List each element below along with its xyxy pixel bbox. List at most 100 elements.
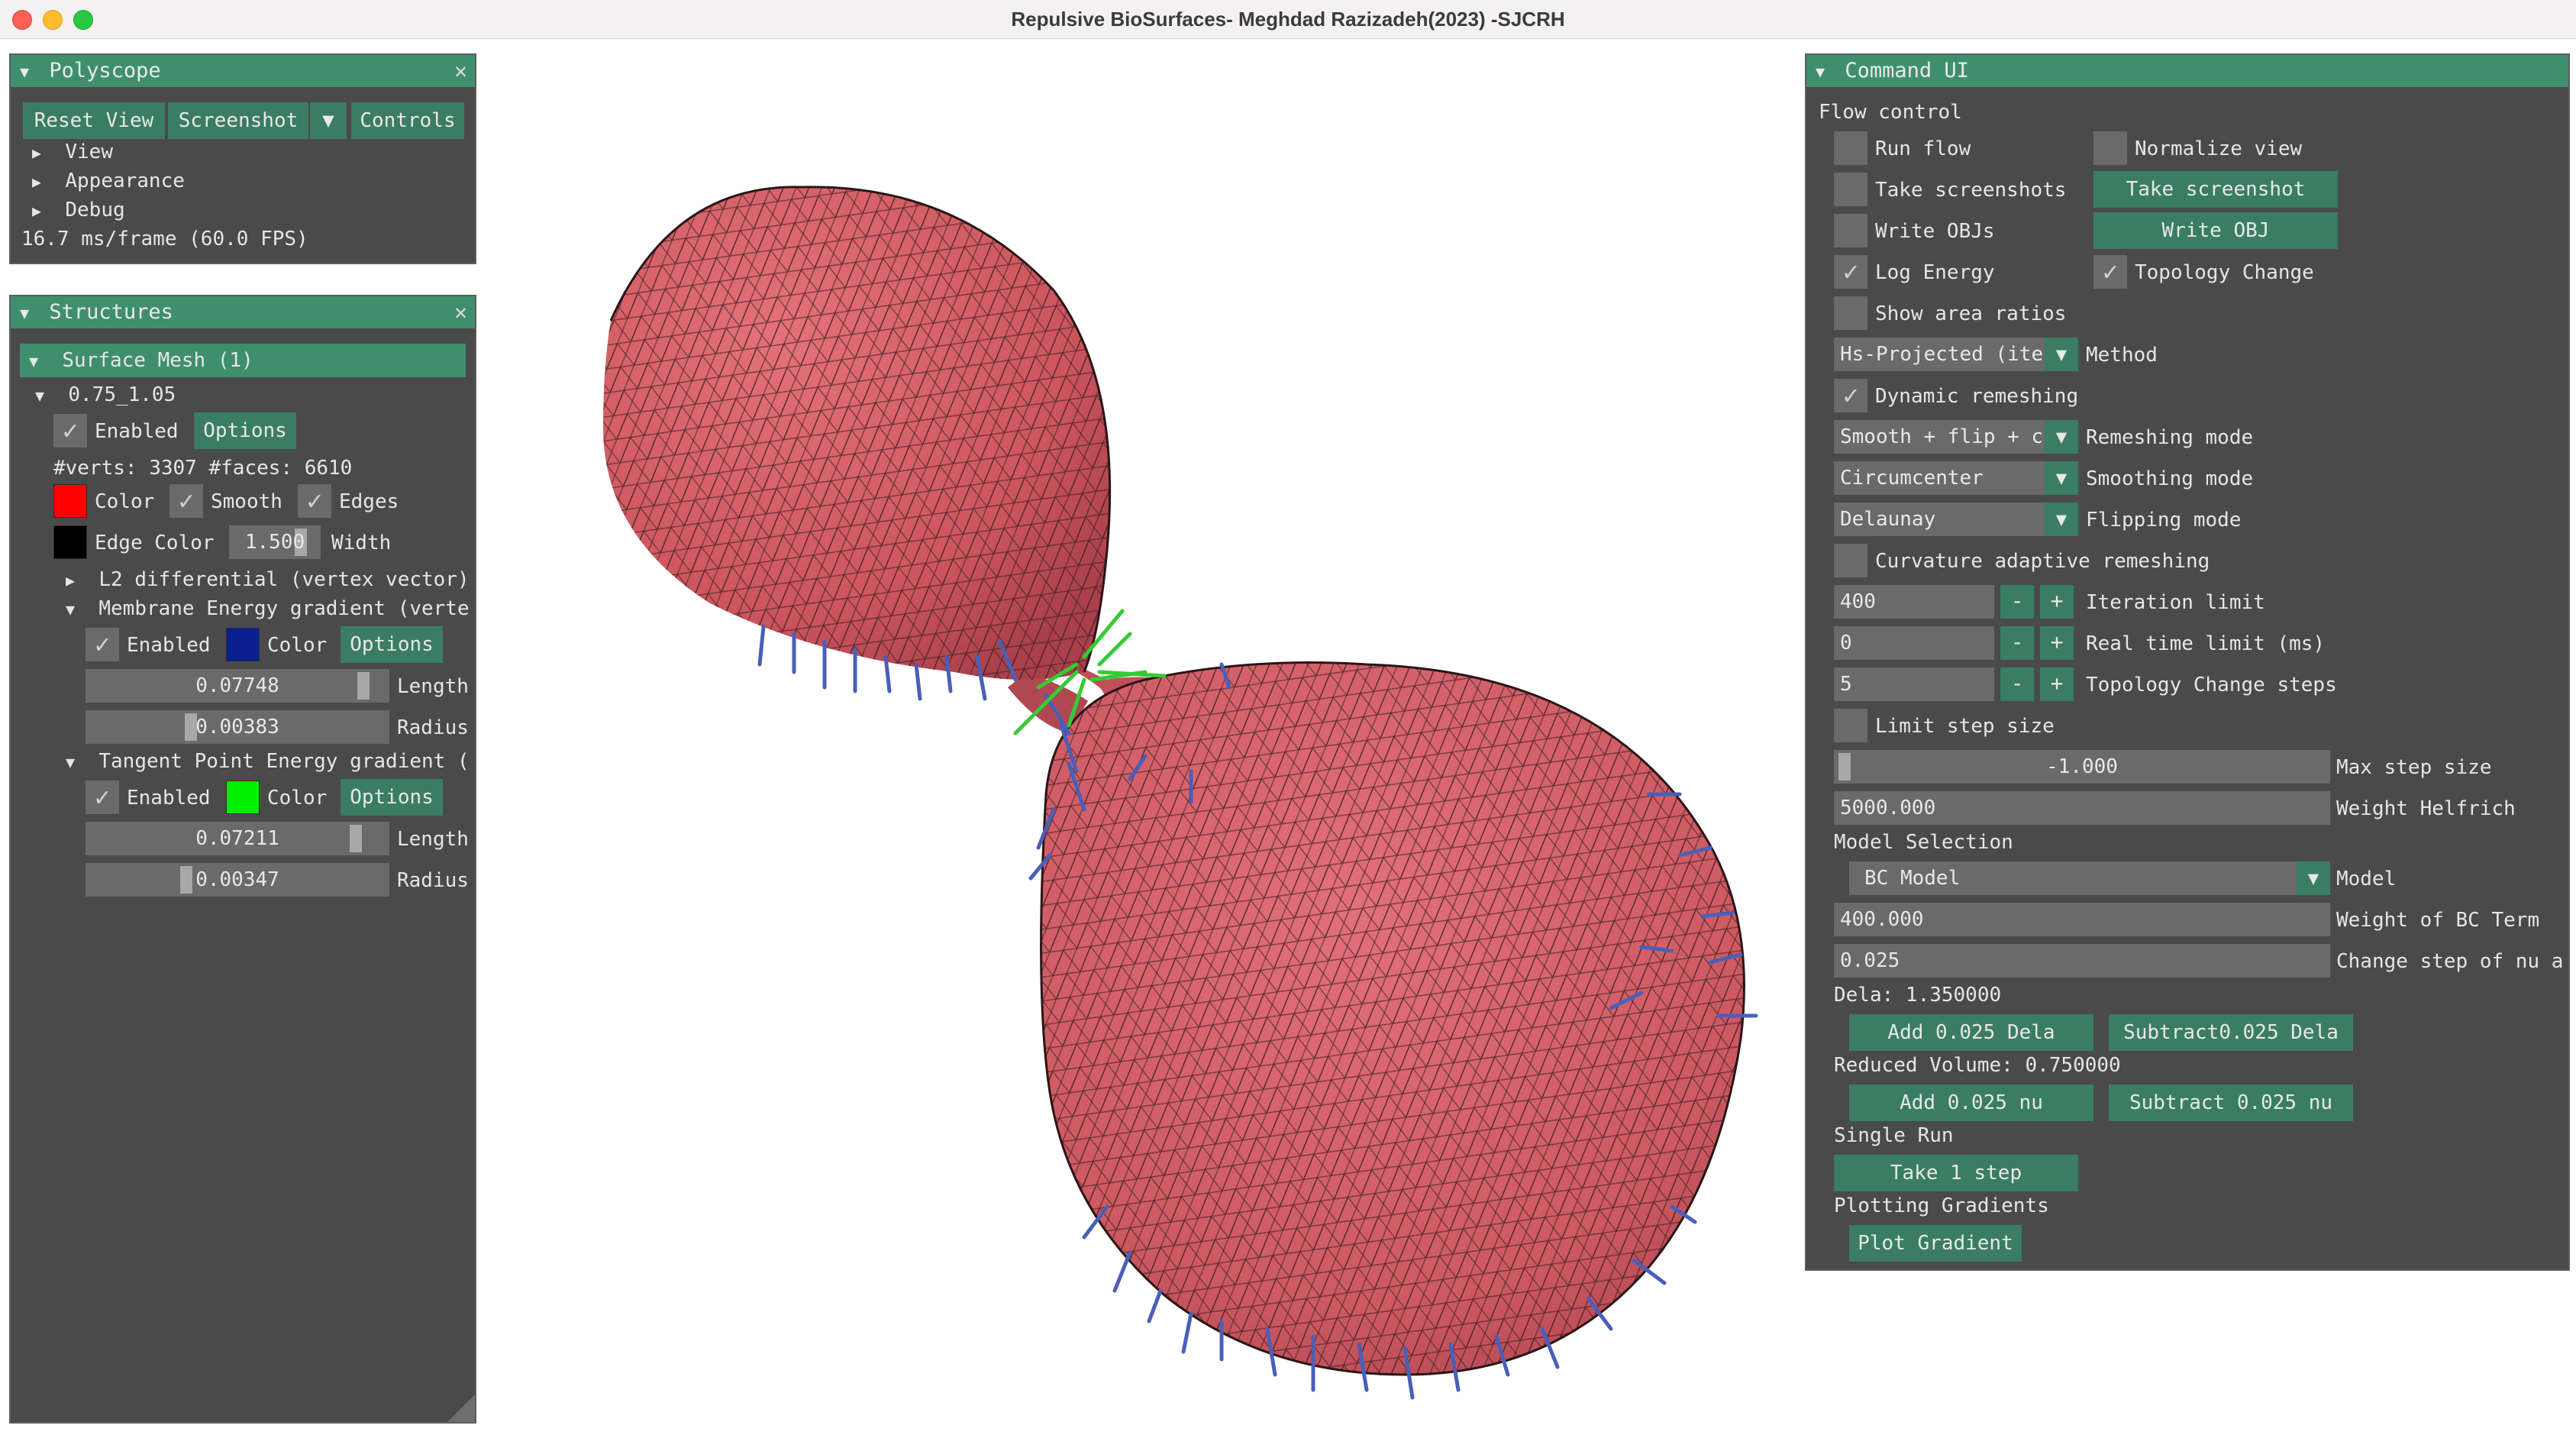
model-label: Model (2336, 868, 2397, 890)
close-icon[interactable]: ✕ (454, 55, 467, 87)
dynamic-remeshing-checkbox[interactable]: ✓ (1834, 379, 1867, 412)
tree-item-debug[interactable]: ▶ Debug (32, 199, 125, 221)
dropdown-arrow-icon[interactable]: ▼ (2297, 861, 2330, 895)
tangent-color-swatch[interactable] (226, 781, 260, 814)
normalize-view-checkbox[interactable] (2093, 131, 2127, 165)
resize-handle-icon[interactable] (447, 1395, 475, 1422)
mesh-enabled-checkbox[interactable]: ✓ (53, 414, 87, 448)
topology-change-checkbox[interactable]: ✓ (2093, 255, 2127, 289)
window-title: Repulsive BioSurfaces- Meghdad Razizadeh… (1011, 8, 1565, 31)
command-ui-panel-header[interactable]: ▼ Command UI (1806, 55, 2568, 87)
tangent-options-button[interactable]: Options (341, 779, 443, 816)
smoothing-mode-dropdown[interactable]: Circumcenter ▼ (1834, 461, 2078, 495)
slider-grab[interactable] (350, 825, 362, 852)
tangent-radius-slider[interactable]: 0.00347 (86, 863, 389, 897)
tangent-radius-label: Radius (397, 869, 469, 892)
section-label: Surface Mesh (1) (62, 349, 253, 372)
iteration-limit-input[interactable]: 400 (1834, 585, 1994, 619)
polyscope-panel-header[interactable]: ▼ Polyscope ✕ (11, 55, 475, 87)
remeshing-mode-dropdown[interactable]: Smooth + flip + c ▼ (1834, 420, 2078, 454)
tangent-color-label: Color (267, 787, 328, 810)
flipping-mode-label: Flipping mode (2086, 509, 2242, 532)
nu-step-input[interactable]: 0.025 (1834, 944, 2330, 978)
subtract-dela-button[interactable]: Subtract0.025 Dela (2109, 1014, 2353, 1051)
topology-steps-decrement-button[interactable]: - (2000, 667, 2034, 701)
command-ui-panel: ▼ Command UI Flow control Run flow Norma… (1805, 53, 2570, 1271)
dropdown-arrow-icon[interactable]: ▼ (2045, 503, 2078, 536)
take-screenshot-button[interactable]: Take screenshot (2093, 171, 2338, 208)
nu-step-label: Change step of nu a (2336, 950, 2562, 973)
write-obj-button[interactable]: Write OBJ (2093, 212, 2338, 249)
model-dropdown[interactable]: BC Model ▼ (1849, 861, 2330, 895)
collapse-arrow-icon[interactable]: ▼ (20, 63, 29, 81)
dropdown-arrow-icon[interactable]: ▼ (2045, 338, 2078, 371)
membrane-enabled-checkbox[interactable]: ✓ (86, 628, 119, 661)
real-time-limit-input[interactable]: 0 (1834, 626, 1994, 660)
dropdown-arrow-icon[interactable]: ▼ (2045, 461, 2078, 495)
iteration-increment-button[interactable]: + (2040, 585, 2074, 619)
collapse-arrow-icon: ▼ (35, 386, 45, 405)
controls-button[interactable]: Controls (351, 102, 464, 139)
screenshot-button[interactable]: Screenshot (168, 102, 308, 139)
limit-step-size-checkbox[interactable] (1834, 709, 1867, 742)
add-dela-button[interactable]: Add 0.025 Dela (1849, 1014, 2093, 1051)
screenshot-options-icon[interactable]: ▼ (310, 102, 347, 139)
realtime-increment-button[interactable]: + (2040, 626, 2074, 660)
iteration-decrement-button[interactable]: - (2000, 585, 2034, 619)
smooth-checkbox[interactable]: ✓ (169, 484, 203, 518)
plot-gradient-button[interactable]: Plot Gradient (1849, 1225, 2022, 1262)
bc-weight-input[interactable]: 400.000 (1834, 903, 2330, 936)
edge-width-slider[interactable]: 1.500 (229, 525, 321, 559)
tree-item-appearance[interactable]: ▶ Appearance (32, 170, 185, 192)
topology-steps-input[interactable]: 5 (1834, 667, 1994, 701)
write-objs-checkbox[interactable] (1834, 214, 1867, 247)
topology-change-label: Topology Change (2135, 261, 2314, 284)
show-area-ratios-checkbox[interactable] (1834, 296, 1867, 330)
collapse-arrow-icon[interactable]: ▼ (20, 304, 29, 322)
flipping-mode-dropdown[interactable]: Delaunay ▼ (1834, 503, 2078, 536)
model-selection-heading: Model Selection (1834, 831, 2013, 854)
add-nu-button[interactable]: Add 0.025 nu (1849, 1084, 2093, 1121)
dropdown-arrow-icon[interactable]: ▼ (2045, 420, 2078, 454)
weight-helfrich-input[interactable]: 5000.000 (1834, 791, 2330, 825)
collapse-arrow-icon[interactable]: ▼ (1816, 63, 1825, 81)
realtime-decrement-button[interactable]: - (2000, 626, 2034, 660)
reset-view-button[interactable]: Reset View (23, 102, 165, 139)
l2-differential-node[interactable]: ▶ L2 differential (vertex vector) (66, 568, 470, 591)
plotting-gradients-heading: Plotting Gradients (1834, 1194, 2049, 1217)
edge-color-swatch[interactable] (53, 525, 87, 559)
max-step-size-slider[interactable]: -1.000 (1834, 750, 2330, 784)
method-dropdown[interactable]: Hs-Projected (ite ▼ (1834, 338, 2078, 371)
slider-value: 0.07748 (195, 674, 279, 697)
tree-item-view[interactable]: ▶ View (32, 141, 113, 163)
mesh-options-button[interactable]: Options (194, 412, 296, 449)
slider-grab[interactable] (1838, 753, 1851, 781)
membrane-color-swatch[interactable] (226, 628, 260, 661)
slider-grab[interactable] (180, 866, 192, 894)
surface-mesh-header[interactable]: ▼ Surface Mesh (1) (20, 344, 466, 377)
expand-arrow-icon: ▶ (32, 202, 42, 220)
tangent-length-slider[interactable]: 0.07211 (86, 822, 389, 855)
membrane-length-slider[interactable]: 0.07748 (86, 669, 389, 703)
structures-panel-header[interactable]: ▼ Structures ✕ (11, 296, 475, 328)
mesh-name-node[interactable]: ▼ 0.75_1.05 (35, 383, 176, 406)
mesh-color-swatch[interactable] (53, 484, 87, 518)
expand-arrow-icon: ▶ (32, 144, 42, 162)
tangent-point-node[interactable]: ▼ Tangent Point Energy gradient (v (66, 750, 470, 773)
take-screenshots-checkbox[interactable] (1834, 173, 1867, 206)
edges-checkbox[interactable]: ✓ (298, 484, 331, 518)
membrane-radius-slider[interactable]: 0.00383 (86, 710, 389, 744)
membrane-options-button[interactable]: Options (341, 626, 443, 663)
run-flow-checkbox[interactable] (1834, 131, 1867, 165)
slider-grab[interactable] (357, 672, 370, 700)
surface-mesh[interactable] (603, 186, 1745, 1376)
topology-steps-increment-button[interactable]: + (2040, 667, 2074, 701)
subtract-nu-button[interactable]: Subtract 0.025 nu (2109, 1084, 2353, 1121)
take-1-step-button[interactable]: Take 1 step (1834, 1155, 2078, 1191)
membrane-energy-node[interactable]: ▼ Membrane Energy gradient (verte: (66, 597, 470, 620)
fps-readout: 16.7 ms/frame (60.0 FPS) (21, 228, 308, 250)
curvature-adaptive-checkbox[interactable] (1834, 544, 1867, 577)
log-energy-checkbox[interactable]: ✓ (1834, 255, 1867, 289)
close-icon[interactable]: ✕ (454, 296, 467, 328)
tangent-enabled-checkbox[interactable]: ✓ (86, 781, 119, 814)
